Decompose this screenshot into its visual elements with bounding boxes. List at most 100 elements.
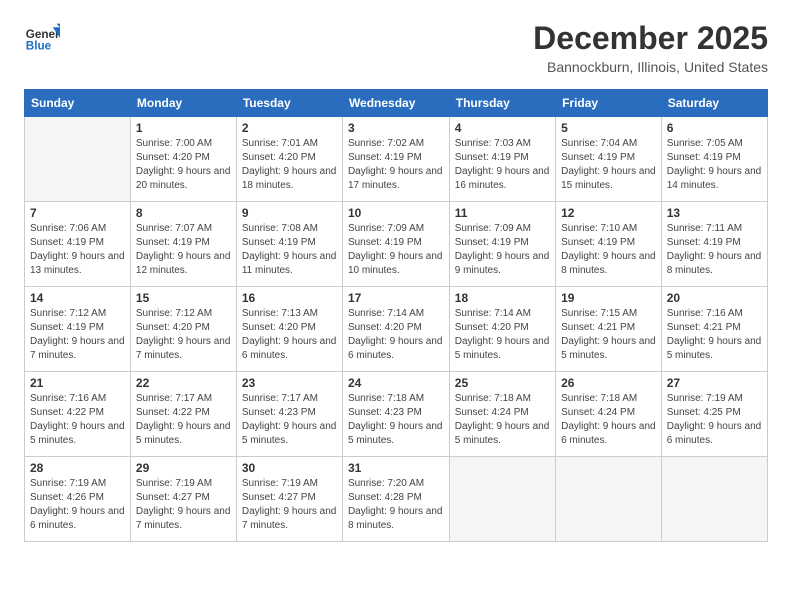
- day-number: 1: [136, 121, 231, 135]
- day-info: Sunrise: 7:17 AM Sunset: 4:22 PM Dayligh…: [136, 392, 231, 448]
- day-info: Sunrise: 7:20 AM Sunset: 4:28 PM Dayligh…: [348, 477, 444, 533]
- day-info: Sunrise: 7:19 AM Sunset: 4:27 PM Dayligh…: [242, 477, 337, 533]
- day-number: 23: [242, 376, 337, 390]
- day-number: 27: [667, 376, 762, 390]
- day-number: 30: [242, 461, 337, 475]
- day-number: 28: [30, 461, 125, 475]
- day-number: 24: [348, 376, 444, 390]
- day-info: Sunrise: 7:18 AM Sunset: 4:24 PM Dayligh…: [455, 392, 550, 448]
- day-info: Sunrise: 7:04 AM Sunset: 4:19 PM Dayligh…: [561, 137, 656, 193]
- day-info: Sunrise: 7:14 AM Sunset: 4:20 PM Dayligh…: [348, 307, 444, 363]
- calendar-cell: 29 Sunrise: 7:19 AM Sunset: 4:27 PM Dayli…: [130, 457, 236, 542]
- calendar-cell: 17 Sunrise: 7:14 AM Sunset: 4:20 PM Dayli…: [342, 287, 449, 372]
- calendar-cell: 12Sunrise: 7:10 AM Sunset: 4:19 PM Dayli…: [556, 202, 662, 287]
- calendar-cell: 6 Sunrise: 7:05 AM Sunset: 4:19 PM Daylig…: [661, 117, 767, 202]
- day-info: Sunrise: 7:07 AM Sunset: 4:19 PM Dayligh…: [136, 222, 231, 278]
- day-number: 18: [455, 291, 550, 305]
- day-number: 11: [455, 206, 550, 220]
- calendar-week-4: 21 Sunrise: 7:16 AM Sunset: 4:22 PM Dayli…: [25, 372, 768, 457]
- day-number: 9: [242, 206, 337, 220]
- calendar-cell: 4 Sunrise: 7:03 AM Sunset: 4:19 PM Daylig…: [449, 117, 555, 202]
- calendar-cell: 27 Sunrise: 7:19 AM Sunset: 4:25 PM Dayli…: [661, 372, 767, 457]
- day-number: 13: [667, 206, 762, 220]
- weekday-monday: Monday: [130, 90, 236, 117]
- day-info: Sunrise: 7:13 AM Sunset: 4:20 PM Dayligh…: [242, 307, 337, 363]
- day-info: Sunrise: 7:06 AM Sunset: 4:19 PM Dayligh…: [30, 222, 125, 278]
- day-number: 2: [242, 121, 337, 135]
- calendar-cell: 9 Sunrise: 7:08 AM Sunset: 4:19 PM Daylig…: [236, 202, 342, 287]
- day-info: Sunrise: 7:19 AM Sunset: 4:25 PM Dayligh…: [667, 392, 762, 448]
- calendar-cell: 10Sunrise: 7:09 AM Sunset: 4:19 PM Dayli…: [342, 202, 449, 287]
- logo-icon: General Blue: [24, 20, 60, 56]
- day-info: Sunrise: 7:12 AM Sunset: 4:19 PM Dayligh…: [30, 307, 125, 363]
- day-info: Sunrise: 7:01 AM Sunset: 4:20 PM Dayligh…: [242, 137, 337, 193]
- logo: General Blue: [24, 20, 60, 56]
- calendar-cell: 7 Sunrise: 7:06 AM Sunset: 4:19 PM Daylig…: [25, 202, 131, 287]
- calendar-cell: 2 Sunrise: 7:01 AM Sunset: 4:20 PM Daylig…: [236, 117, 342, 202]
- calendar-cell: [661, 457, 767, 542]
- day-info: Sunrise: 7:15 AM Sunset: 4:21 PM Dayligh…: [561, 307, 656, 363]
- day-number: 17: [348, 291, 444, 305]
- weekday-header-row: SundayMondayTuesdayWednesdayThursdayFrid…: [25, 90, 768, 117]
- calendar-cell: 22 Sunrise: 7:17 AM Sunset: 4:22 PM Dayli…: [130, 372, 236, 457]
- calendar-cell: 25 Sunrise: 7:18 AM Sunset: 4:24 PM Dayli…: [449, 372, 555, 457]
- day-info: Sunrise: 7:17 AM Sunset: 4:23 PM Dayligh…: [242, 392, 337, 448]
- day-info: Sunrise: 7:03 AM Sunset: 4:19 PM Dayligh…: [455, 137, 550, 193]
- calendar-cell: 23 Sunrise: 7:17 AM Sunset: 4:23 PM Dayli…: [236, 372, 342, 457]
- day-info: Sunrise: 7:09 AM Sunset: 4:19 PM Dayligh…: [348, 222, 444, 278]
- calendar-cell: 30 Sunrise: 7:19 AM Sunset: 4:27 PM Dayli…: [236, 457, 342, 542]
- calendar-cell: 18Sunrise: 7:14 AM Sunset: 4:20 PM Dayli…: [449, 287, 555, 372]
- weekday-thursday: Thursday: [449, 90, 555, 117]
- calendar-week-5: 28 Sunrise: 7:19 AM Sunset: 4:26 PM Dayli…: [25, 457, 768, 542]
- day-info: Sunrise: 7:19 AM Sunset: 4:27 PM Dayligh…: [136, 477, 231, 533]
- calendar-cell: 13Sunrise: 7:11 AM Sunset: 4:19 PM Dayli…: [661, 202, 767, 287]
- weekday-friday: Friday: [556, 90, 662, 117]
- title-block: December 2025 Bannockburn, Illinois, Uni…: [533, 20, 768, 75]
- calendar-cell: 31 Sunrise: 7:20 AM Sunset: 4:28 PM Dayli…: [342, 457, 449, 542]
- day-number: 3: [348, 121, 444, 135]
- weekday-sunday: Sunday: [25, 90, 131, 117]
- day-info: Sunrise: 7:16 AM Sunset: 4:22 PM Dayligh…: [30, 392, 125, 448]
- day-info: Sunrise: 7:19 AM Sunset: 4:26 PM Dayligh…: [30, 477, 125, 533]
- calendar-cell: 3 Sunrise: 7:02 AM Sunset: 4:19 PM Daylig…: [342, 117, 449, 202]
- day-number: 8: [136, 206, 231, 220]
- weekday-saturday: Saturday: [661, 90, 767, 117]
- calendar-cell: [25, 117, 131, 202]
- weekday-tuesday: Tuesday: [236, 90, 342, 117]
- calendar-cell: 26Sunrise: 7:18 AM Sunset: 4:24 PM Dayli…: [556, 372, 662, 457]
- day-info: Sunrise: 7:12 AM Sunset: 4:20 PM Dayligh…: [136, 307, 231, 363]
- calendar-cell: 28 Sunrise: 7:19 AM Sunset: 4:26 PM Dayli…: [25, 457, 131, 542]
- calendar-cell: 20Sunrise: 7:16 AM Sunset: 4:21 PM Dayli…: [661, 287, 767, 372]
- calendar-cell: 11 Sunrise: 7:09 AM Sunset: 4:19 PM Dayli…: [449, 202, 555, 287]
- day-info: Sunrise: 7:18 AM Sunset: 4:23 PM Dayligh…: [348, 392, 444, 448]
- calendar-cell: 15 Sunrise: 7:12 AM Sunset: 4:20 PM Dayli…: [130, 287, 236, 372]
- weekday-wednesday: Wednesday: [342, 90, 449, 117]
- day-number: 7: [30, 206, 125, 220]
- svg-text:Blue: Blue: [26, 40, 52, 53]
- day-number: 21: [30, 376, 125, 390]
- day-info: Sunrise: 7:05 AM Sunset: 4:19 PM Dayligh…: [667, 137, 762, 193]
- calendar-table: SundayMondayTuesdayWednesdayThursdayFrid…: [24, 89, 768, 542]
- calendar-week-2: 7 Sunrise: 7:06 AM Sunset: 4:19 PM Daylig…: [25, 202, 768, 287]
- day-number: 29: [136, 461, 231, 475]
- calendar-cell: 21 Sunrise: 7:16 AM Sunset: 4:22 PM Dayli…: [25, 372, 131, 457]
- calendar-cell: 8 Sunrise: 7:07 AM Sunset: 4:19 PM Daylig…: [130, 202, 236, 287]
- page-header: General Blue December 2025 Bannockburn, …: [24, 20, 768, 75]
- calendar-cell: 1Sunrise: 7:00 AM Sunset: 4:20 PM Daylig…: [130, 117, 236, 202]
- month-title: December 2025: [533, 20, 768, 57]
- calendar-week-1: 1Sunrise: 7:00 AM Sunset: 4:20 PM Daylig…: [25, 117, 768, 202]
- calendar-cell: [449, 457, 555, 542]
- location: Bannockburn, Illinois, United States: [533, 59, 768, 75]
- day-number: 25: [455, 376, 550, 390]
- day-info: Sunrise: 7:02 AM Sunset: 4:19 PM Dayligh…: [348, 137, 444, 193]
- day-number: 15: [136, 291, 231, 305]
- day-number: 31: [348, 461, 444, 475]
- day-number: 14: [30, 291, 125, 305]
- day-number: 12: [561, 206, 656, 220]
- calendar-cell: 19Sunrise: 7:15 AM Sunset: 4:21 PM Dayli…: [556, 287, 662, 372]
- day-info: Sunrise: 7:08 AM Sunset: 4:19 PM Dayligh…: [242, 222, 337, 278]
- day-number: 22: [136, 376, 231, 390]
- day-number: 4: [455, 121, 550, 135]
- day-info: Sunrise: 7:09 AM Sunset: 4:19 PM Dayligh…: [455, 222, 550, 278]
- day-number: 6: [667, 121, 762, 135]
